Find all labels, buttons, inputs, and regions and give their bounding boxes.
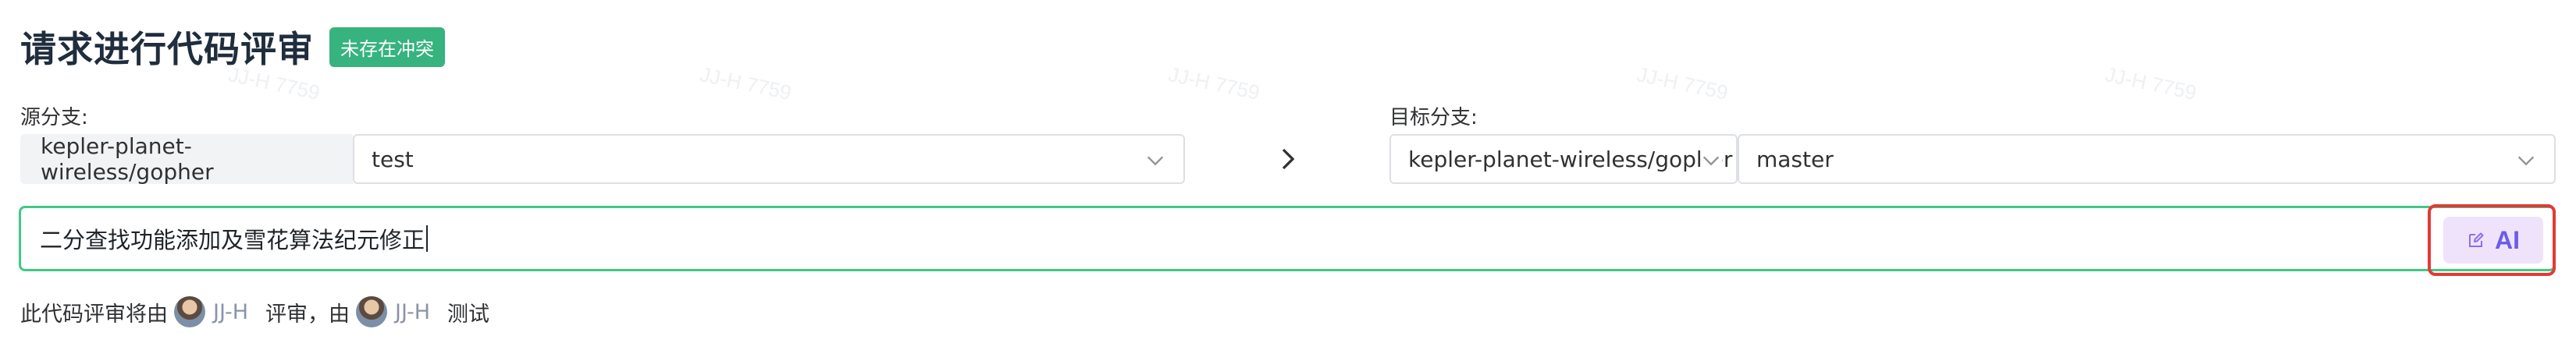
conflict-status-badge: 未存在冲突: [329, 27, 445, 67]
watermark: JJ-H 7759: [1635, 62, 1731, 105]
reviewer-info: 此代码评审将由 JJ-H 评审，由 JJ-H 测试: [20, 295, 489, 329]
chevron-down-icon: [1147, 156, 1164, 166]
source-branch-value: test: [372, 146, 414, 172]
chevron-down-icon: [2517, 156, 2535, 166]
target-branch-value: master: [1756, 146, 1834, 172]
source-branch-select[interactable]: test: [353, 134, 1185, 184]
tester-name[interactable]: JJ-H: [395, 300, 430, 324]
page-title: 请求进行代码评审: [20, 28, 314, 70]
chevron-down-icon: [1700, 150, 1722, 172]
reviewer-name[interactable]: JJ-H: [213, 300, 248, 324]
source-repo: kepler-planet-wireless/gopher: [20, 133, 353, 185]
target-repo-select[interactable]: kepler-planet-wireless/gopher: [1389, 134, 1738, 184]
reviewer-prefix: 此代码评审将由: [20, 302, 168, 327]
source-branch-label: 源分支:: [20, 106, 88, 129]
ai-generate-button[interactable]: AI: [2443, 217, 2543, 263]
review-title-input[interactable]: 二分查找功能添加及雪花算法纪元修正: [19, 206, 2556, 271]
watermark: JJ-H 7759: [698, 62, 794, 105]
watermark: JJ-H 7759: [2103, 62, 2199, 105]
ai-button-label: AI: [2495, 225, 2520, 254]
text-caret: [426, 225, 429, 252]
reviewer-suffix: 测试: [447, 302, 490, 327]
target-repo-value: kepler-planet-wireless/gopher: [1408, 146, 1733, 172]
chevron-right-icon: [1282, 148, 1295, 170]
target-branch-label: 目标分支:: [1389, 106, 1478, 129]
avatar: [174, 296, 205, 327]
review-title-value: 二分查找功能添加及雪花算法纪元修正: [40, 227, 425, 253]
header: 请求进行代码评审 未存在冲突: [20, 22, 445, 72]
watermark: JJ-H 7759: [1166, 62, 1262, 105]
reviewer-middle: 评审，由: [265, 302, 350, 327]
avatar: [356, 296, 388, 327]
target-branch-select[interactable]: master: [1738, 134, 2556, 184]
edit-icon: [2469, 232, 2484, 247]
